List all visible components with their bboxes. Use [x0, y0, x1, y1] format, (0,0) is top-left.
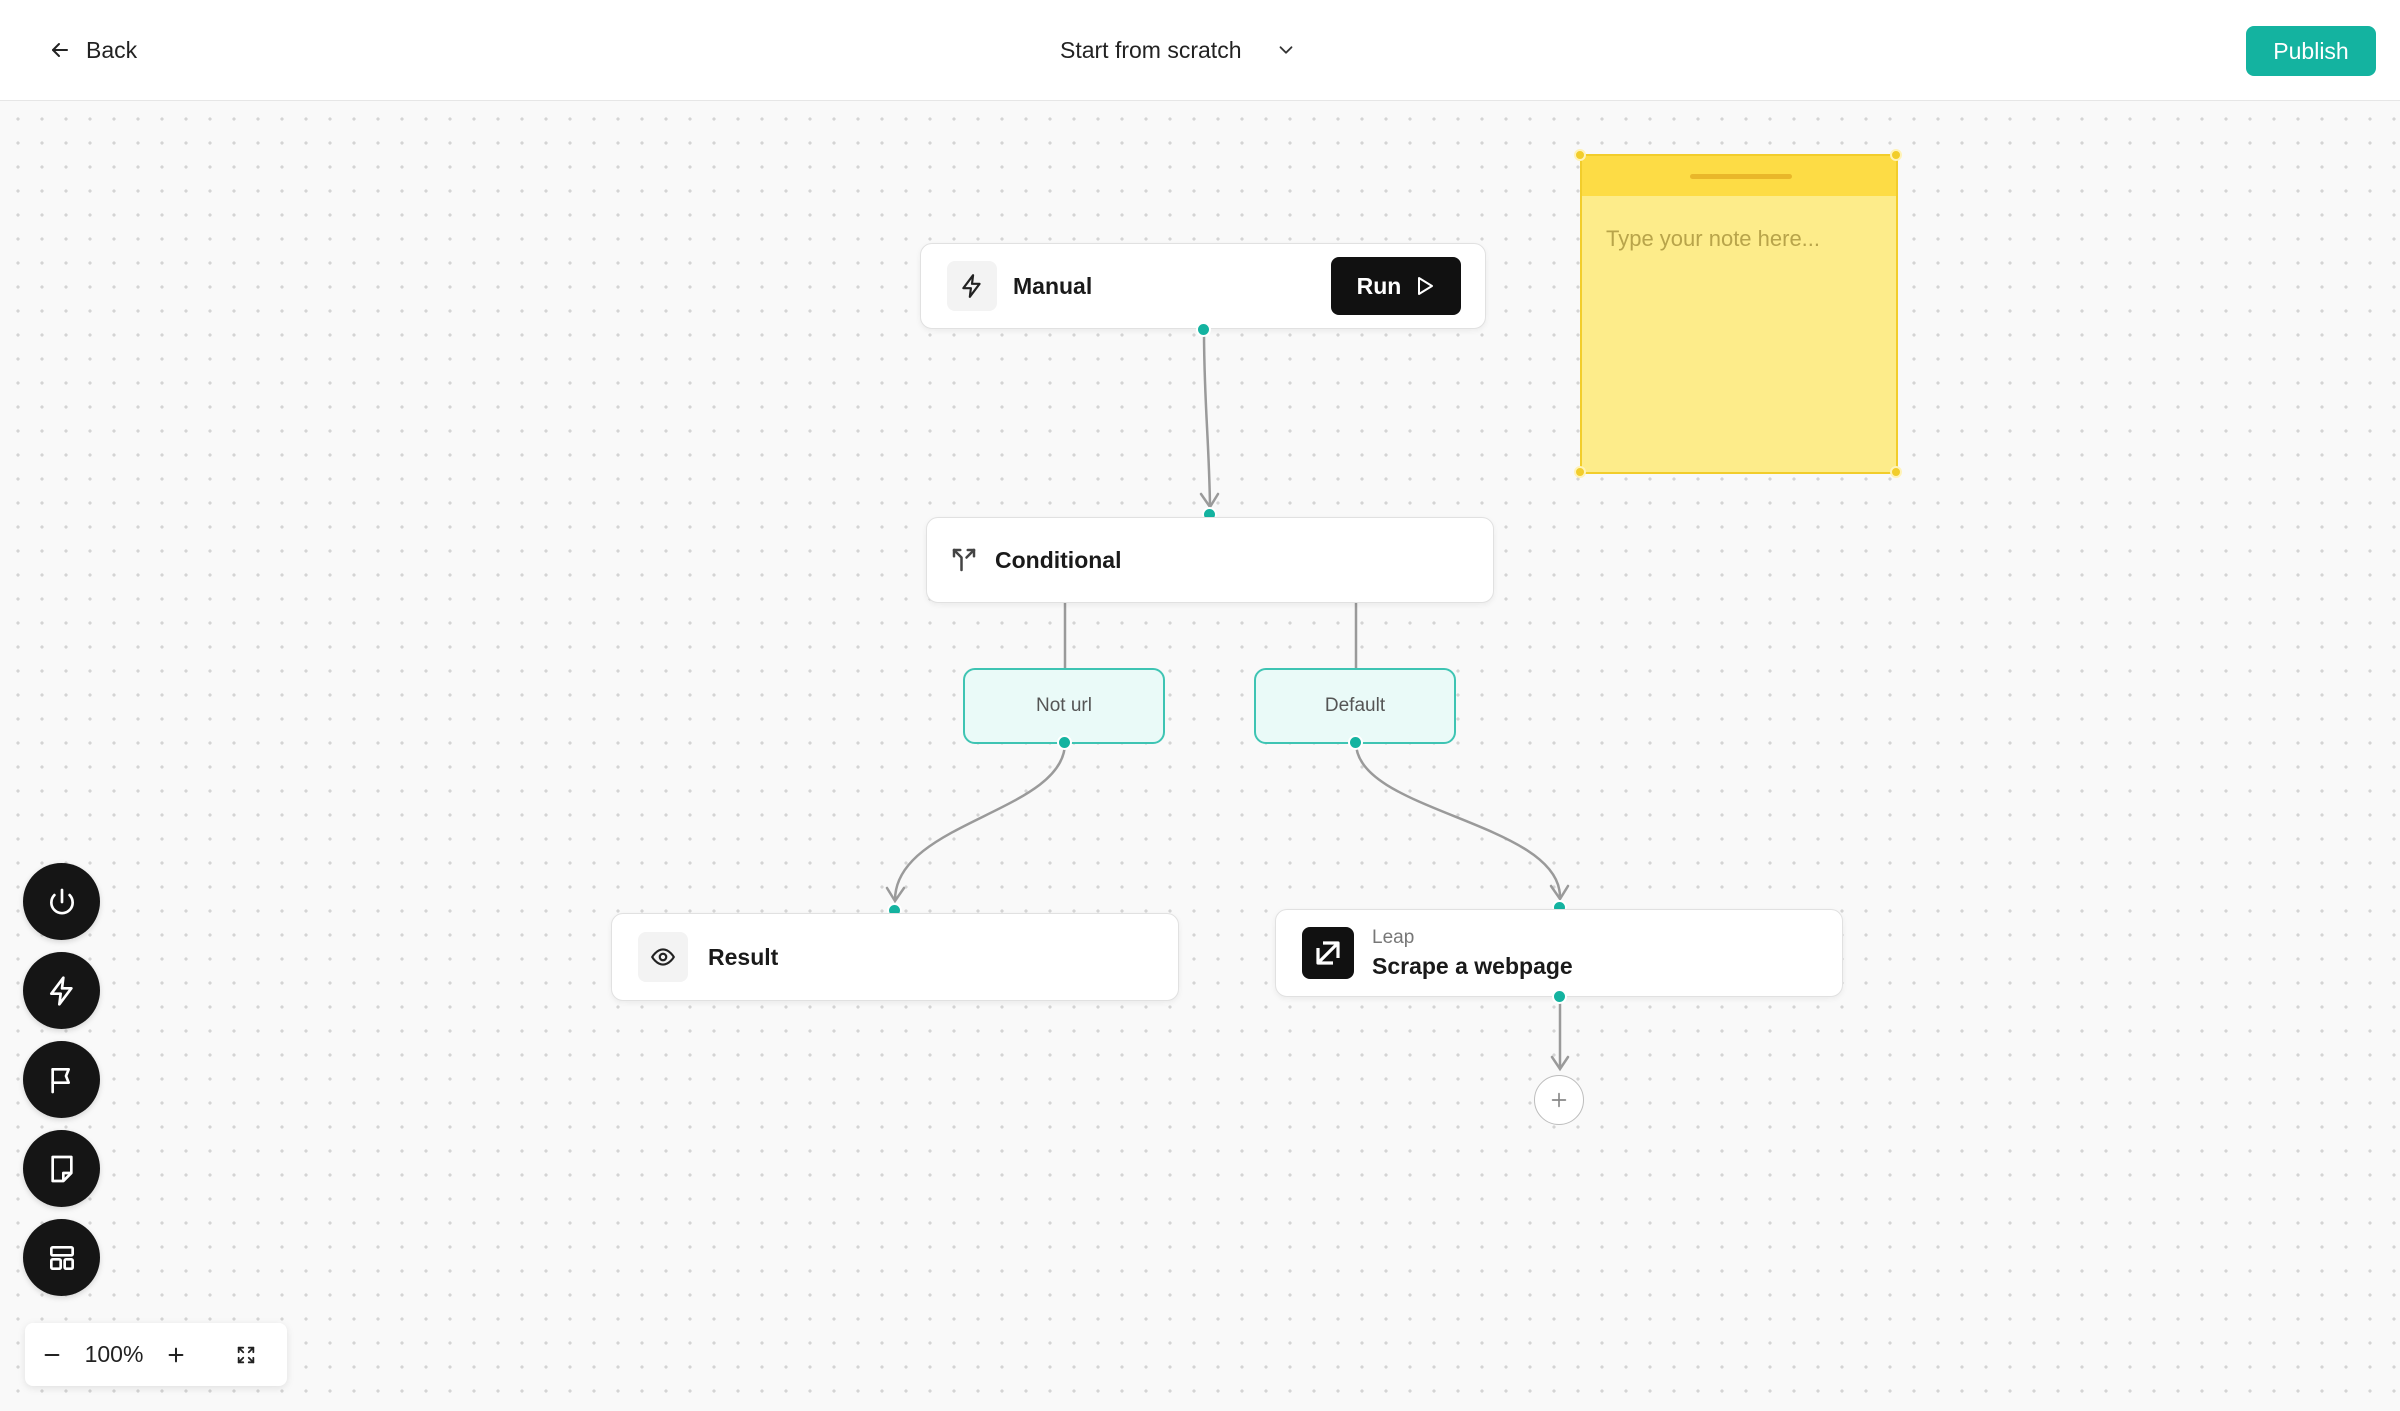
node-label: Manual — [1013, 272, 1093, 299]
node-label: Result — [708, 943, 779, 970]
zoom-level: 100% — [84, 1341, 144, 1367]
node-label: Scrape a webpage — [1372, 952, 1573, 979]
output-handle[interactable] — [1196, 322, 1211, 337]
zoom-controls: 100% — [25, 1323, 287, 1386]
add-note-button[interactable] — [23, 1130, 100, 1207]
bolt-icon — [49, 975, 73, 1006]
run-button[interactable]: Run — [1331, 257, 1461, 315]
branch-label: Not url — [1036, 695, 1092, 716]
output-handle[interactable] — [1348, 735, 1363, 750]
note-icon — [50, 1155, 73, 1182]
branch-label: Default — [1324, 695, 1386, 716]
run-label: Run — [1356, 272, 1402, 299]
power-button[interactable] — [23, 863, 100, 940]
resize-handle[interactable] — [1890, 466, 1902, 478]
drag-handle[interactable] — [1690, 174, 1792, 179]
fullscreen-icon — [237, 1346, 255, 1363]
publish-button[interactable]: Publish — [2246, 26, 2376, 76]
resize-handle[interactable] — [1574, 149, 1586, 161]
branch-default[interactable]: Default — [1254, 668, 1456, 744]
plus-icon — [1551, 1092, 1567, 1108]
note-drag-bar[interactable] — [1582, 156, 1896, 196]
resize-handle[interactable] — [1574, 466, 1586, 478]
bolt-icon — [947, 261, 997, 311]
eye-icon — [638, 932, 688, 982]
node-label: Conditional — [995, 546, 1122, 573]
output-handle[interactable] — [1552, 989, 1567, 1004]
branch-icon — [952, 548, 976, 572]
plus-icon — [168, 1347, 184, 1362]
arrow-left-icon — [52, 43, 68, 57]
back-label: Back — [86, 36, 138, 63]
zoom-out-button[interactable] — [25, 1323, 79, 1386]
node-provider: Leap — [1372, 926, 1415, 948]
layout-icon — [49, 1245, 74, 1270]
layout-button[interactable] — [23, 1219, 100, 1296]
conditional-node[interactable]: Conditional — [926, 517, 1494, 603]
play-icon — [1418, 277, 1434, 295]
zoom-in-button[interactable] — [149, 1323, 203, 1386]
note-input[interactable]: Type your note here... — [1606, 226, 1820, 252]
manual-trigger-node[interactable]: Manual Run — [920, 243, 1486, 329]
result-node[interactable]: Result — [611, 913, 1179, 1001]
back-button[interactable]: Back — [48, 30, 137, 70]
scrape-webpage-node[interactable]: Leap Scrape a webpage — [1275, 909, 1843, 997]
workflow-title: Start from scratch — [1060, 36, 1242, 63]
fit-view-button[interactable] — [219, 1323, 273, 1386]
minus-icon — [44, 1353, 60, 1356]
resize-handle[interactable] — [1890, 149, 1902, 161]
top-bar: Back Start from scratch Publish — [0, 0, 2400, 101]
leap-logo-icon — [1302, 927, 1354, 979]
add-trigger-button[interactable] — [23, 952, 100, 1029]
add-step-button[interactable] — [1534, 1075, 1584, 1125]
chevron-down-icon — [1280, 46, 1293, 54]
output-handle[interactable] — [1057, 735, 1072, 750]
template-dropdown[interactable]: Start from scratch — [1060, 28, 1297, 72]
flag-icon — [50, 1067, 70, 1093]
branch-not-url[interactable]: Not url — [963, 668, 1165, 744]
sticky-note[interactable]: Type your note here... — [1580, 154, 1898, 474]
add-milestone-button[interactable] — [23, 1041, 100, 1118]
power-icon — [49, 888, 74, 914]
